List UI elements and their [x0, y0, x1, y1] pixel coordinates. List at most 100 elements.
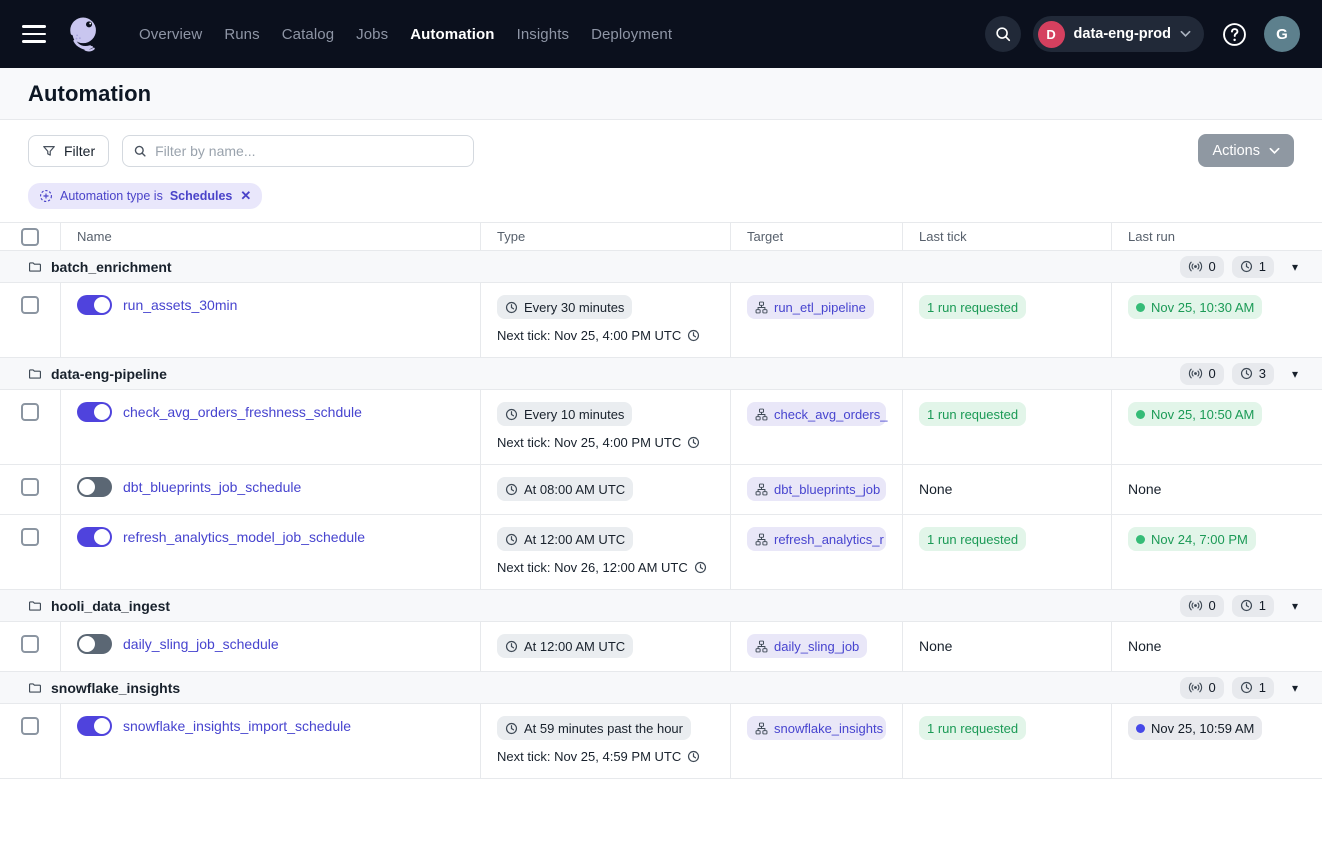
clock-icon [505, 722, 518, 735]
schedule-name-link[interactable]: run_assets_30min [123, 295, 237, 315]
schedule-toggle[interactable] [77, 295, 112, 315]
schedule-name-link[interactable]: dbt_blueprints_job_schedule [123, 477, 301, 497]
column-header-target: Target [731, 223, 903, 250]
schedule-name-link[interactable]: check_avg_orders_freshness_schdule [123, 402, 362, 422]
last-tick-status: 1 run requested [919, 527, 1026, 551]
user-avatar[interactable]: G [1264, 16, 1300, 52]
automation-icon [39, 189, 53, 203]
row-checkbox[interactable] [21, 478, 39, 496]
row-checkbox[interactable] [21, 635, 39, 653]
sensor-count-badge: 0 [1180, 363, 1224, 385]
target-job-pill[interactable]: daily_sling_job [747, 634, 867, 658]
nav-item-runs[interactable]: Runs [213, 26, 270, 43]
schedule-name-link[interactable]: refresh_analytics_model_job_schedule [123, 527, 365, 547]
group-name: hooli_data_ingest [51, 598, 170, 614]
schedule-count-badge: 1 [1232, 256, 1274, 278]
name-filter-input[interactable] [155, 143, 463, 159]
next-tick-label: Next tick: Nov 25, 4:59 PM UTC [497, 749, 714, 764]
schedule-toggle[interactable] [77, 402, 112, 422]
row-checkbox[interactable] [21, 528, 39, 546]
nav-items: OverviewRunsCatalogJobsAutomationInsight… [128, 26, 683, 43]
last-run-status[interactable]: Nov 25, 10:50 AM [1128, 402, 1262, 426]
last-run-status[interactable]: Nov 25, 10:59 AM [1128, 716, 1262, 740]
schedule-cadence-pill: Every 10 minutes [497, 402, 632, 426]
last-tick-status: 1 run requested [919, 716, 1026, 740]
select-all-checkbox[interactable] [21, 228, 39, 246]
column-header-last-tick: Last tick [903, 223, 1112, 250]
last-tick-status: 1 run requested [919, 295, 1026, 319]
group-row: batch_enrichment01▾ [0, 251, 1322, 283]
dagster-logo-icon[interactable] [62, 10, 106, 58]
job-graph-icon [755, 640, 768, 653]
sensor-count-badge: 0 [1180, 677, 1224, 699]
group-name: data-eng-pipeline [51, 366, 167, 382]
workspace-name: data-eng-prod [1074, 26, 1171, 42]
table-row: daily_sling_job_scheduleAt 12:00 AM UTCd… [0, 622, 1322, 672]
sensor-icon [1188, 680, 1203, 695]
group-expand-caret[interactable]: ▾ [1282, 599, 1308, 613]
schedule-toggle[interactable] [77, 527, 112, 547]
last-tick-status: 1 run requested [919, 402, 1026, 426]
folder-icon [28, 367, 42, 381]
row-checkbox[interactable] [21, 296, 39, 314]
last-tick-none: None [919, 481, 952, 497]
nav-item-catalog[interactable]: Catalog [271, 26, 345, 43]
row-checkbox[interactable] [21, 403, 39, 421]
table-row: dbt_blueprints_job_scheduleAt 08:00 AM U… [0, 465, 1322, 515]
target-job-pill[interactable]: refresh_analytics_r [747, 527, 886, 551]
folder-icon [28, 260, 42, 274]
actions-button[interactable]: Actions [1198, 134, 1294, 167]
schedule-count-badge: 1 [1232, 595, 1274, 617]
help-icon[interactable] [1216, 16, 1252, 52]
clock-icon [687, 750, 700, 763]
search-icon[interactable] [985, 16, 1021, 52]
close-icon[interactable]: ✕ [240, 188, 251, 204]
schedule-toggle[interactable] [77, 716, 112, 736]
next-tick-label: Next tick: Nov 26, 12:00 AM UTC [497, 560, 714, 575]
sensor-count-badge: 0 [1180, 595, 1224, 617]
last-tick-none: None [919, 638, 952, 654]
schedule-count-badge: 3 [1232, 363, 1274, 385]
clock-icon [687, 436, 700, 449]
nav-item-jobs[interactable]: Jobs [345, 26, 399, 43]
target-job-pill[interactable]: run_etl_pipeline [747, 295, 874, 319]
nav-item-automation[interactable]: Automation [399, 26, 505, 43]
run-in-progress-dot [1136, 724, 1145, 733]
nav-item-deployment[interactable]: Deployment [580, 26, 683, 43]
target-job-pill[interactable]: snowflake_insights [747, 716, 886, 740]
clock-icon [1240, 681, 1253, 694]
workspace-switcher[interactable]: D data-eng-prod [1033, 16, 1204, 52]
last-run-status[interactable]: Nov 25, 10:30 AM [1128, 295, 1262, 319]
schedule-name-link[interactable]: snowflake_insights_import_schedule [123, 716, 351, 736]
job-graph-icon [755, 483, 768, 496]
clock-icon [694, 561, 707, 574]
folder-icon [28, 681, 42, 695]
schedule-toggle[interactable] [77, 634, 112, 654]
row-checkbox[interactable] [21, 717, 39, 735]
schedule-count-badge: 1 [1232, 677, 1274, 699]
group-expand-caret[interactable]: ▾ [1282, 681, 1308, 695]
nav-item-overview[interactable]: Overview [128, 26, 213, 43]
actions-button-label: Actions [1212, 143, 1260, 159]
schedule-cadence-pill: At 59 minutes past the hour [497, 716, 691, 740]
menu-icon[interactable] [22, 25, 46, 43]
nav-item-insights[interactable]: Insights [506, 26, 581, 43]
filter-button[interactable]: Filter [28, 135, 109, 167]
schedule-name-link[interactable]: daily_sling_job_schedule [123, 634, 279, 654]
last-run-status[interactable]: Nov 24, 7:00 PM [1128, 527, 1256, 551]
group-expand-caret[interactable]: ▾ [1282, 367, 1308, 381]
automation-type-filter-chip[interactable]: Automation type is Schedules ✕ [28, 183, 262, 209]
run-success-dot [1136, 410, 1145, 419]
schedule-toggle[interactable] [77, 477, 112, 497]
chevron-down-icon [1269, 147, 1280, 155]
sensor-icon [1188, 366, 1203, 381]
target-job-pill[interactable]: check_avg_orders_ [747, 402, 886, 426]
sensor-icon [1188, 598, 1203, 613]
group-expand-caret[interactable]: ▾ [1282, 260, 1308, 274]
last-run-none: None [1128, 481, 1161, 497]
target-job-pill[interactable]: dbt_blueprints_job [747, 477, 886, 501]
job-graph-icon [755, 533, 768, 546]
run-success-dot [1136, 535, 1145, 544]
title-bar: Automation [0, 68, 1322, 120]
column-header-name: Name [61, 223, 481, 250]
